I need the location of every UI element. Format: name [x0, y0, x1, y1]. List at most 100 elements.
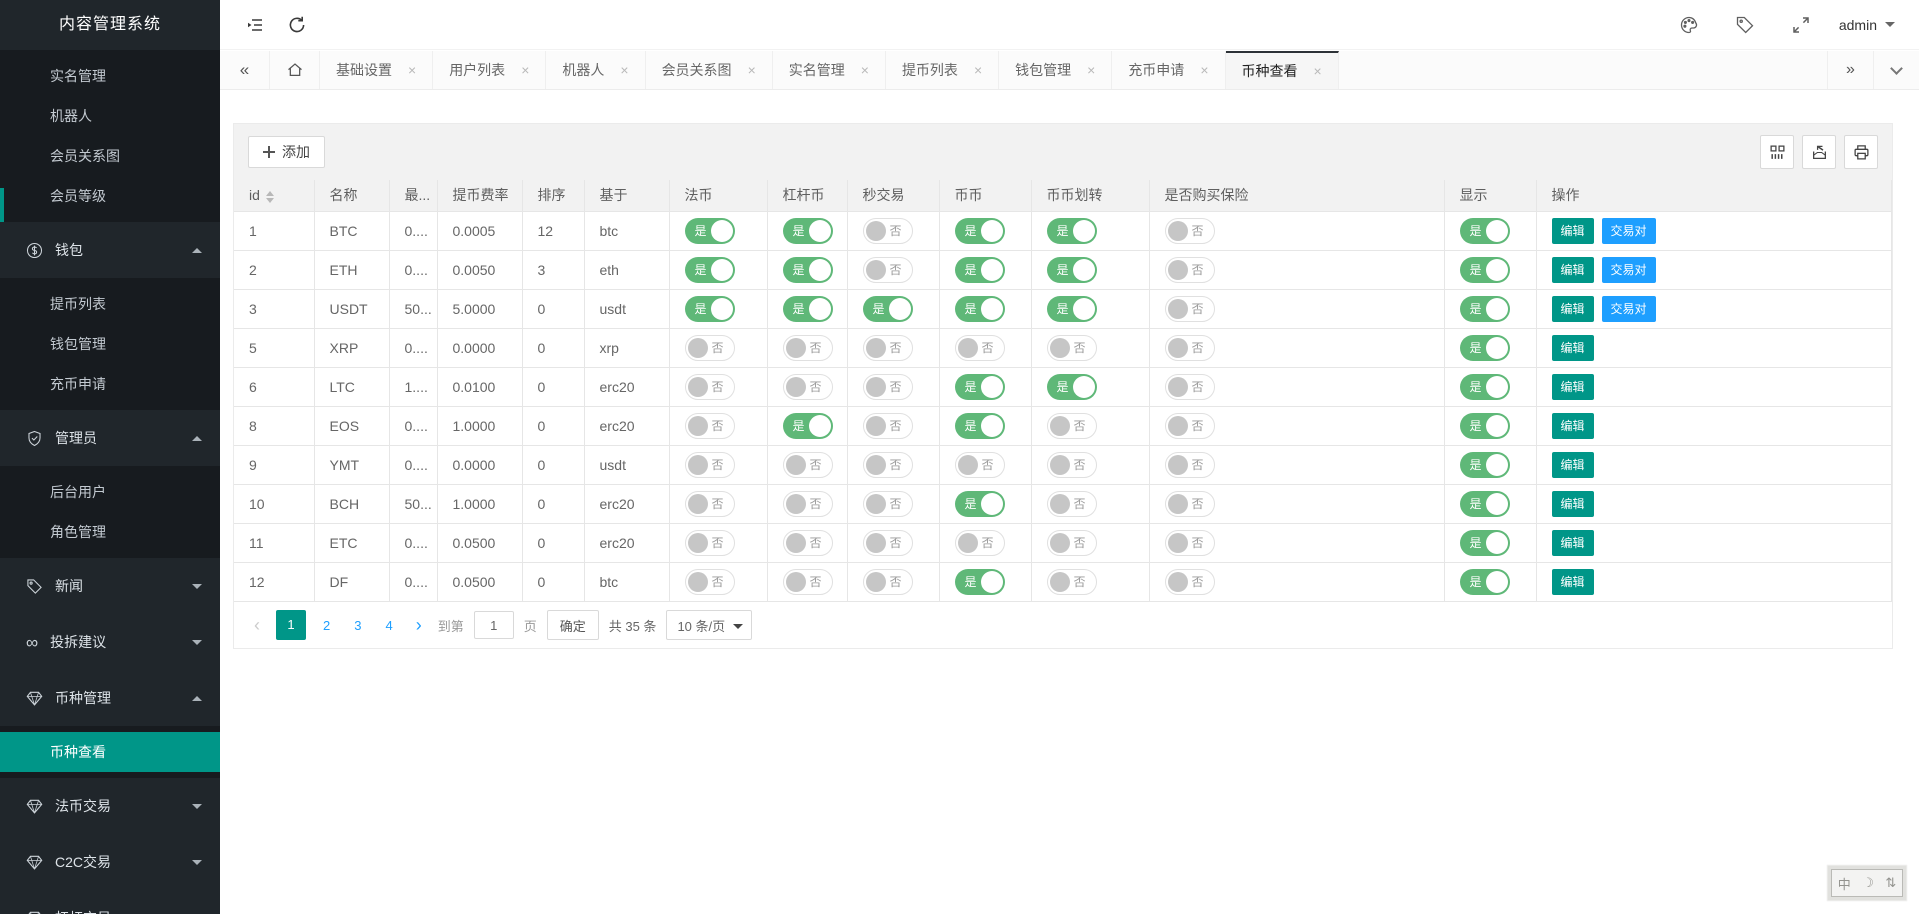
insurance-toggle[interactable]: 否	[1165, 452, 1215, 478]
sidebar-group-wallet[interactable]: 钱包	[0, 222, 220, 278]
print-button[interactable]	[1844, 135, 1878, 169]
coin-trade-toggle[interactable]: 是	[955, 413, 1005, 439]
home-tab[interactable]	[270, 51, 320, 89]
second-trade-toggle[interactable]: 否	[863, 569, 913, 595]
second-trade-toggle[interactable]: 否	[863, 218, 913, 244]
goto-page-input[interactable]	[474, 611, 514, 639]
insurance-toggle[interactable]: 否	[1165, 491, 1215, 517]
page-2-button[interactable]: 2	[316, 618, 337, 633]
transfer-toggle[interactable]: 否	[1047, 569, 1097, 595]
columns-filter-button[interactable]	[1760, 135, 1794, 169]
second-trade-toggle[interactable]: 否	[863, 374, 913, 400]
page-4-button[interactable]: 4	[378, 618, 399, 633]
edit-button[interactable]: 编辑	[1552, 335, 1594, 361]
transfer-toggle[interactable]: 否	[1047, 530, 1097, 556]
sidebar-group-suggestions[interactable]: ∞ 投拆建议	[0, 614, 220, 670]
close-icon[interactable]: ×	[861, 62, 869, 78]
coin-trade-toggle[interactable]: 是	[955, 257, 1005, 283]
coin-trade-toggle[interactable]: 是	[955, 374, 1005, 400]
prev-page-button[interactable]: ‹	[248, 615, 266, 636]
transfer-toggle[interactable]: 是	[1047, 218, 1097, 244]
close-icon[interactable]: ×	[974, 62, 982, 78]
transfer-toggle[interactable]: 是	[1047, 257, 1097, 283]
sidebar-item-member-level[interactable]: 会员等级	[0, 176, 220, 216]
lever-toggle[interactable]: 否	[783, 452, 833, 478]
sidebar-group-admin[interactable]: 管理员	[0, 410, 220, 466]
tag-icon[interactable]	[1717, 0, 1773, 50]
tab-basic-settings[interactable]: 基础设置×	[320, 51, 433, 89]
lever-toggle[interactable]: 是	[783, 218, 833, 244]
ime-moon-icon[interactable]: ☽	[1862, 875, 1874, 891]
show-toggle[interactable]: 是	[1460, 335, 1510, 361]
edit-button[interactable]: 编辑	[1552, 452, 1594, 478]
transfer-toggle[interactable]: 是	[1047, 374, 1097, 400]
sidebar-item-role-manage[interactable]: 角色管理	[0, 512, 220, 552]
lever-toggle[interactable]: 是	[783, 257, 833, 283]
tab-coin-view[interactable]: 币种查看×	[1226, 51, 1339, 89]
column-header-id[interactable]: id	[234, 180, 314, 211]
edit-button[interactable]: 编辑	[1552, 218, 1594, 244]
fiat-toggle[interactable]: 是	[685, 218, 735, 244]
fiat-toggle[interactable]: 否	[685, 569, 735, 595]
lever-toggle[interactable]: 否	[783, 491, 833, 517]
insurance-toggle[interactable]: 否	[1165, 374, 1215, 400]
second-trade-toggle[interactable]: 否	[863, 335, 913, 361]
edit-button[interactable]: 编辑	[1552, 491, 1594, 517]
close-icon[interactable]: ×	[1200, 62, 1208, 78]
lever-toggle[interactable]: 否	[783, 374, 833, 400]
second-trade-toggle[interactable]: 否	[863, 413, 913, 439]
tab-member-relations[interactable]: 会员关系图×	[646, 51, 773, 89]
fiat-toggle[interactable]: 否	[685, 530, 735, 556]
edit-button[interactable]: 编辑	[1552, 257, 1594, 283]
tab-realname[interactable]: 实名管理×	[773, 51, 886, 89]
tabs-menu-button[interactable]	[1873, 51, 1919, 89]
sidebar-item-robot[interactable]: 机器人	[0, 96, 220, 136]
tabs-scroll-left-button[interactable]: «	[220, 51, 270, 89]
sidebar-group-coin-manage[interactable]: 币种管理	[0, 670, 220, 726]
trade-pair-button[interactable]: 交易对	[1602, 296, 1656, 322]
second-trade-toggle[interactable]: 否	[863, 452, 913, 478]
fiat-toggle[interactable]: 是	[685, 257, 735, 283]
second-trade-toggle[interactable]: 否	[863, 530, 913, 556]
edit-button[interactable]: 编辑	[1552, 569, 1594, 595]
sidebar-item-member-relations[interactable]: 会员关系图	[0, 136, 220, 176]
show-toggle[interactable]: 是	[1460, 491, 1510, 517]
close-icon[interactable]: ×	[748, 62, 756, 78]
page-1-active[interactable]: 1	[276, 610, 306, 640]
ime-switch-icon[interactable]: ⇅	[1885, 875, 1896, 891]
insurance-toggle[interactable]: 否	[1165, 335, 1215, 361]
tab-deposit-apply[interactable]: 充币申请×	[1112, 51, 1225, 89]
page-3-button[interactable]: 3	[347, 618, 368, 633]
insurance-toggle[interactable]: 否	[1165, 530, 1215, 556]
transfer-toggle[interactable]: 否	[1047, 452, 1097, 478]
second-trade-toggle[interactable]: 否	[863, 491, 913, 517]
trade-pair-button[interactable]: 交易对	[1602, 218, 1656, 244]
transfer-toggle[interactable]: 否	[1047, 335, 1097, 361]
next-page-button[interactable]: ›	[410, 615, 428, 636]
page-size-select[interactable]: 10 条/页	[666, 610, 752, 640]
edit-button[interactable]: 编辑	[1552, 374, 1594, 400]
coin-trade-toggle[interactable]: 否	[955, 335, 1005, 361]
user-menu[interactable]: admin	[1829, 17, 1905, 33]
close-icon[interactable]: ×	[1314, 63, 1322, 79]
sidebar-group-c2c-trade[interactable]: C2C交易	[0, 834, 220, 890]
tab-wallet-manage[interactable]: 钱包管理×	[999, 51, 1112, 89]
coin-trade-toggle[interactable]: 是	[955, 296, 1005, 322]
close-icon[interactable]: ×	[1087, 62, 1095, 78]
fiat-toggle[interactable]: 否	[685, 335, 735, 361]
show-toggle[interactable]: 是	[1460, 530, 1510, 556]
second-trade-toggle[interactable]: 否	[863, 257, 913, 283]
tab-user-list[interactable]: 用户列表×	[433, 51, 546, 89]
sidebar-group-news[interactable]: 新闻	[0, 558, 220, 614]
sort-icon[interactable]	[266, 191, 274, 203]
collapse-sidebar-icon[interactable]	[234, 0, 276, 50]
sidebar-group-fiat-trade[interactable]: 法币交易	[0, 778, 220, 834]
show-toggle[interactable]: 是	[1460, 257, 1510, 283]
coin-trade-toggle[interactable]: 是	[955, 218, 1005, 244]
show-toggle[interactable]: 是	[1460, 218, 1510, 244]
sidebar-item-coin-view[interactable]: 币种查看	[0, 732, 220, 772]
transfer-toggle[interactable]: 是	[1047, 296, 1097, 322]
trade-pair-button[interactable]: 交易对	[1602, 257, 1656, 283]
ime-toolbar[interactable]: 中 ☽ ⇅	[1831, 869, 1903, 897]
transfer-toggle[interactable]: 否	[1047, 491, 1097, 517]
